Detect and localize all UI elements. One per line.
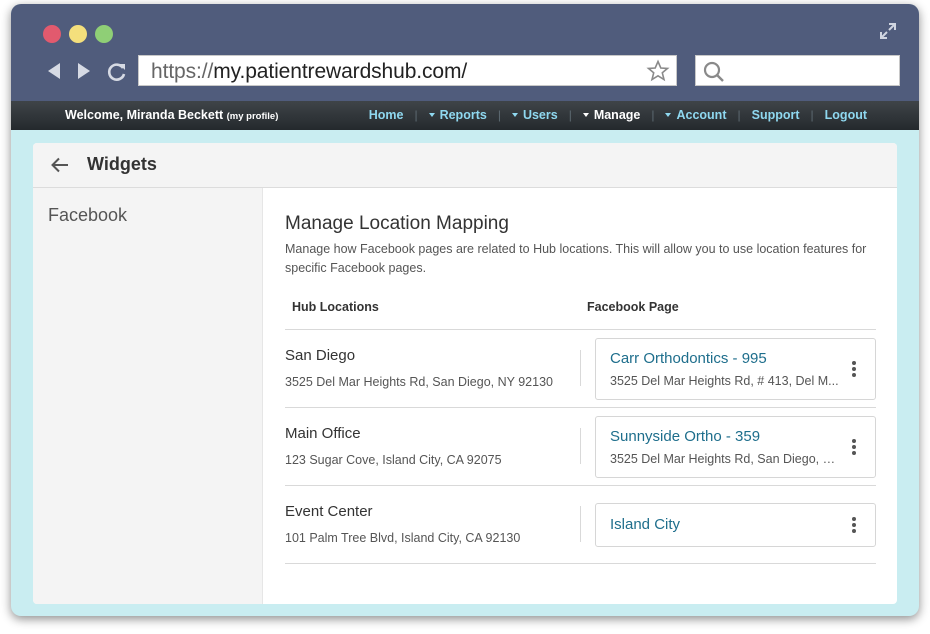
nav-logout[interactable]: Logout <box>825 108 867 122</box>
maximize-window-button[interactable] <box>95 25 113 43</box>
nav-separator: | <box>497 108 501 122</box>
facebook-page-card[interactable]: Sunnyside Ortho - 359 3525 Del Mar Heigh… <box>595 416 876 478</box>
more-options-icon[interactable] <box>851 517 857 535</box>
divider <box>580 428 581 464</box>
column-header-hub-locations: Hub Locations <box>292 300 379 314</box>
sidebar-item-facebook[interactable]: Facebook <box>48 205 127 226</box>
bookmark-star-icon[interactable] <box>646 59 670 83</box>
search-icon <box>703 61 724 82</box>
nav-reports[interactable]: Reports <box>428 108 487 122</box>
browser-window: https://my.patientrewardshub.com/ Welcom… <box>11 4 919 616</box>
address-bar[interactable]: https://my.patientrewardshub.com/ <box>138 55 677 86</box>
top-navigation: Welcome, Miranda Beckett (my profile) Ho… <box>11 101 919 130</box>
table-row: Event Center 101 Palm Tree Blvd, Island … <box>285 486 876 563</box>
caret-down-icon <box>582 113 589 117</box>
nav-links: Home | Reports | Users | Manage | Accoun… <box>369 108 867 122</box>
widgets-card: Widgets Facebook Manage Location Mapping… <box>33 143 897 604</box>
location-name: Event Center <box>285 503 373 520</box>
welcome-text: Welcome, Miranda Beckett (my profile) <box>65 108 279 122</box>
facebook-page-address: 3525 Del Mar Heights Rd, # 413, Del M... <box>610 374 839 388</box>
caret-down-icon <box>511 113 518 117</box>
column-header-facebook-page: Facebook Page <box>587 300 679 314</box>
facebook-page-name[interactable]: Carr Orthodontics - 995 <box>610 350 767 367</box>
main-content: Manage Location Mapping Manage how Faceb… <box>263 188 897 604</box>
nav-separator: | <box>568 108 572 122</box>
back-arrow-icon[interactable] <box>51 157 69 173</box>
nav-separator: | <box>737 108 741 122</box>
location-address: 101 Palm Tree Blvd, Island City, CA 9213… <box>285 531 521 545</box>
facebook-page-name[interactable]: Sunnyside Ortho - 359 <box>610 428 760 445</box>
facebook-page-card[interactable]: Carr Orthodontics - 995 3525 Del Mar Hei… <box>595 338 876 400</box>
url-text[interactable]: https://my.patientrewardshub.com/ <box>151 60 467 84</box>
nav-separator: | <box>810 108 814 122</box>
nav-manage[interactable]: Manage <box>582 108 640 122</box>
facebook-page-name[interactable]: Island City <box>610 516 680 533</box>
nav-home[interactable]: Home <box>369 108 404 122</box>
fullscreen-icon[interactable] <box>879 22 897 40</box>
section-title: Manage Location Mapping <box>285 213 509 234</box>
search-input[interactable] <box>695 55 900 86</box>
more-options-icon[interactable] <box>851 439 857 457</box>
divider <box>285 563 876 564</box>
nav-support[interactable]: Support <box>752 108 800 122</box>
caret-down-icon <box>428 113 435 117</box>
facebook-page-card[interactable]: Island City <box>595 503 876 547</box>
close-window-button[interactable] <box>43 25 61 43</box>
sidebar: Facebook <box>33 188 263 604</box>
location-name: Main Office <box>285 425 361 442</box>
browser-chrome: https://my.patientrewardshub.com/ <box>11 4 919 101</box>
reload-icon[interactable] <box>106 60 128 82</box>
section-description: Manage how Facebook pages are related to… <box>285 242 867 275</box>
location-address: 123 Sugar Cove, Island City, CA 92075 <box>285 453 502 467</box>
divider <box>580 506 581 542</box>
back-icon[interactable] <box>43 60 65 82</box>
minimize-window-button[interactable] <box>69 25 87 43</box>
nav-separator: | <box>414 108 418 122</box>
location-address: 3525 Del Mar Heights Rd, San Diego, NY 9… <box>285 375 553 389</box>
location-name: San Diego <box>285 347 356 364</box>
nav-users[interactable]: Users <box>511 108 558 122</box>
table-row: Main Office 123 Sugar Cove, Island City,… <box>285 408 876 485</box>
divider <box>580 350 581 386</box>
caret-down-icon <box>665 113 672 117</box>
table-row: San Diego 3525 Del Mar Heights Rd, San D… <box>285 330 876 407</box>
nav-account[interactable]: Account <box>665 108 726 122</box>
page-title: Widgets <box>87 154 157 174</box>
card-header: Widgets <box>33 143 897 188</box>
my-profile-link[interactable]: (my profile) <box>227 111 279 122</box>
more-options-icon[interactable] <box>851 361 857 379</box>
nav-separator: | <box>651 108 655 122</box>
facebook-page-address: 3525 Del Mar Heights Rd, San Diego, C... <box>610 452 840 466</box>
forward-icon[interactable] <box>73 60 95 82</box>
